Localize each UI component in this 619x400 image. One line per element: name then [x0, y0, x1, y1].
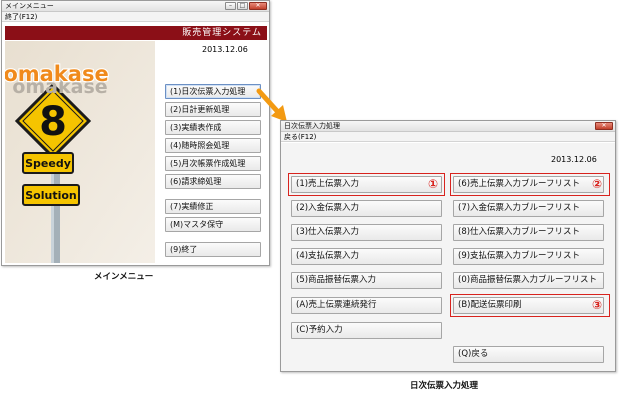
- purchase-slip-entry-button[interactable]: (3)仕入伝票入力: [291, 224, 442, 241]
- daily-slip-window: 日次伝票入力処理 ✕ 戻る(F12) 2013.12.06 (1)売上伝票入力 …: [280, 120, 616, 372]
- daily-slip-window-controls: ✕: [595, 122, 613, 130]
- logo-artwork: 8 omakase omakase Speedy Solution: [5, 41, 155, 263]
- purchase-proof-list-button[interactable]: (8)仕入伝票入力ブルーフリスト: [453, 224, 604, 241]
- main-menu-titlebar: メインメニュー – □ ✕: [2, 1, 269, 12]
- main-menu-date: 2013.12.06: [202, 45, 248, 54]
- minimize-button[interactable]: –: [225, 2, 236, 10]
- main-menu-caption: メインメニュー: [94, 272, 154, 282]
- payment-proof-list-button[interactable]: (9)支払伝票入力ブルーフリスト: [453, 248, 604, 265]
- main-menu-menubar: 終了(F12): [2, 12, 269, 22]
- highlight-box-2: [450, 173, 610, 196]
- performance-edit-button[interactable]: (7)実績修正: [165, 199, 261, 214]
- main-menu-window-title: メインメニュー: [5, 2, 54, 10]
- solution-text: Solution: [25, 189, 77, 202]
- exit-button[interactable]: (9)終了: [165, 242, 261, 257]
- daily-total-update-button[interactable]: (2)日計更新処理: [165, 102, 261, 117]
- close-button[interactable]: ✕: [595, 122, 613, 130]
- close-button[interactable]: ✕: [249, 2, 267, 10]
- highlight-box-3: [450, 294, 610, 317]
- main-menu-window: メインメニュー – □ ✕ 終了(F12) 販売管理システム 8 omakase…: [1, 0, 270, 266]
- menu-exit[interactable]: 終了(F12): [5, 13, 37, 21]
- daily-slip-entry-button[interactable]: (1)日次伝票入力処理: [165, 84, 261, 99]
- road-sign-illustration: 8 omakase omakase Speedy Solution: [5, 41, 155, 263]
- daily-slip-body: 2013.12.06 (1)売上伝票入力 (2)入金伝票入力 (3)仕入伝票入力…: [281, 143, 615, 371]
- inquiry-button[interactable]: (4)随時照会処理: [165, 138, 261, 153]
- reservation-entry-button[interactable]: (C)予約入力: [291, 322, 442, 339]
- maximize-button[interactable]: □: [237, 2, 248, 10]
- daily-slip-titlebar: 日次伝票入力処理 ✕: [281, 121, 615, 132]
- arrow-icon: [256, 88, 287, 122]
- daily-slip-menubar: 戻る(F12): [281, 132, 615, 142]
- sign-number: 8: [39, 99, 67, 145]
- daily-slip-window-title: 日次伝票入力処理: [284, 122, 340, 130]
- main-menu-window-controls: – □ ✕: [225, 2, 267, 10]
- speedy-text: Speedy: [25, 157, 71, 170]
- payment-receipt-entry-button[interactable]: (2)入金伝票入力: [291, 200, 442, 217]
- master-maintenance-button[interactable]: (M)マスタ保守: [165, 217, 261, 232]
- logo-text: omakase: [5, 62, 109, 86]
- transfer-proof-list-button[interactable]: (0)商品振替伝票入力ブルーフリスト: [453, 272, 604, 289]
- monthly-report-button[interactable]: (5)月次帳票作成処理: [165, 156, 261, 171]
- product-transfer-entry-button[interactable]: (5)商品振替伝票入力: [291, 272, 442, 289]
- sales-slip-batch-issue-button[interactable]: (A)売上伝票連続発行: [291, 297, 442, 314]
- daily-slip-date: 2013.12.06: [551, 155, 597, 164]
- back-button[interactable]: (Q)戻る: [453, 346, 604, 363]
- marker-3: ③: [592, 298, 603, 312]
- daily-slip-caption: 日次伝票入力処理: [410, 381, 479, 391]
- marker-1: ①: [428, 177, 439, 191]
- performance-report-button[interactable]: (3)実績表作成: [165, 120, 261, 135]
- main-menu-body: 販売管理システム 8 omakase omakase Speedy Soluti…: [2, 23, 269, 265]
- highlight-box-1: [288, 173, 445, 196]
- system-title-bar: 販売管理システム: [5, 26, 267, 40]
- payment-slip-entry-button[interactable]: (4)支払伝票入力: [291, 248, 442, 265]
- receipt-proof-list-button[interactable]: (7)入金伝票入力ブルーフリスト: [453, 200, 604, 217]
- marker-2: ②: [592, 177, 603, 191]
- billing-close-button[interactable]: (6)請求締処理: [165, 174, 261, 189]
- menu-back[interactable]: 戻る(F12): [284, 133, 316, 141]
